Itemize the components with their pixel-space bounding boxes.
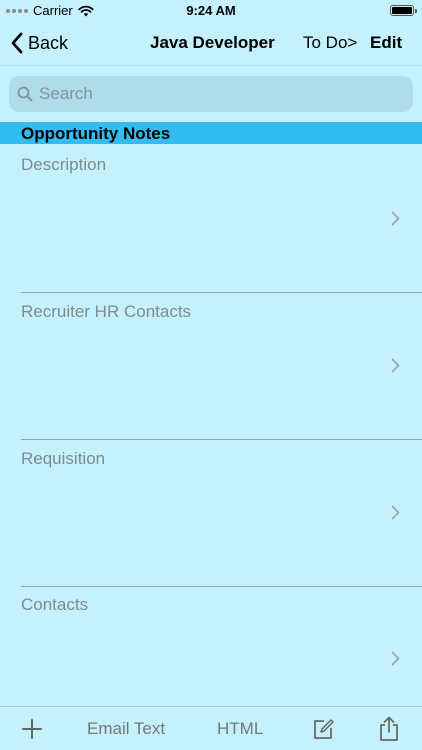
row-label: Requisition	[21, 449, 106, 468]
back-label: Back	[28, 32, 69, 53]
html-button[interactable]: HTML	[217, 707, 263, 750]
search-icon	[17, 86, 33, 102]
share-icon	[380, 716, 398, 741]
chevron-right-icon	[391, 505, 400, 520]
status-time: 9:24 AM	[186, 3, 236, 18]
row-label: Contacts	[21, 595, 89, 614]
chevron-right-icon	[391, 211, 400, 226]
back-button[interactable]: Back	[10, 31, 68, 55]
chevron-right-icon	[391, 358, 400, 373]
compose-icon	[314, 719, 334, 739]
page-title: Java Developer	[150, 33, 275, 52]
navigation-bar: Back Java Developer To Do> Edit	[0, 22, 422, 66]
chevron-left-icon	[11, 32, 23, 54]
search-input[interactable]	[39, 84, 399, 104]
row-label: Recruiter HR Contacts	[21, 302, 192, 321]
add-button[interactable]	[22, 707, 42, 750]
compose-button[interactable]	[312, 707, 334, 750]
list-item-requisition[interactable]: Requisition	[0, 440, 422, 587]
list-item-description[interactable]: Description	[0, 146, 422, 293]
bottom-toolbar: Email Text HTML	[0, 706, 422, 750]
battery-icon	[390, 5, 417, 16]
search-bar	[0, 66, 422, 122]
plus-icon	[22, 719, 42, 739]
chevron-right-icon	[391, 651, 400, 666]
share-button[interactable]	[378, 707, 400, 750]
row-label: Description	[21, 155, 107, 174]
section-header: Opportunity Notes	[0, 122, 422, 144]
status-bar: Carrier 9:24 AM	[0, 0, 422, 22]
todo-button[interactable]: To Do>	[303, 33, 357, 53]
edit-button[interactable]: Edit	[370, 33, 402, 53]
list-item-contacts[interactable]: Contacts	[0, 586, 422, 704]
email-text-button[interactable]: Email Text	[87, 707, 165, 750]
search-field[interactable]	[9, 76, 413, 112]
list-item-recruiter-hr-contacts[interactable]: Recruiter HR Contacts	[0, 293, 422, 440]
